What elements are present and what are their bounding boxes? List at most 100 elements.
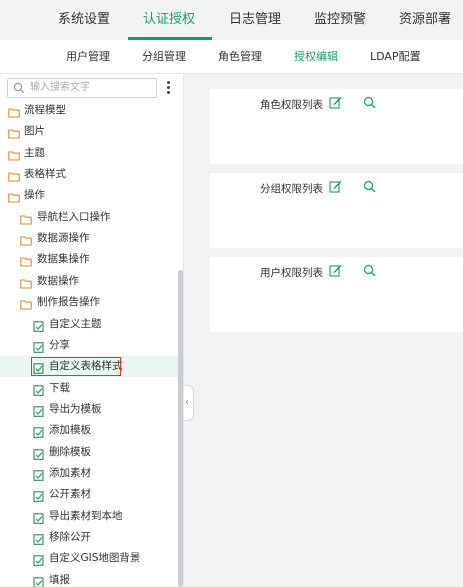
selection-highlight	[31, 357, 121, 377]
folder-icon	[20, 254, 32, 267]
tree-item[interactable]: 删除模板	[0, 442, 178, 463]
tree-item[interactable]: 下载	[0, 378, 178, 399]
tab-logs[interactable]: 日志管理	[229, 0, 281, 40]
tree-item[interactable]: 制作报告操作	[0, 292, 178, 313]
permission-item-icon	[33, 489, 45, 503]
role-permission-title: 角色权限列表	[260, 99, 323, 111]
scrollbar[interactable]	[178, 270, 183, 587]
folder-icon	[20, 297, 32, 310]
tree-item-label: 自定义主题	[49, 317, 102, 330]
permission-item-icon	[33, 404, 45, 417]
tree-item-label: 导出为模板	[49, 402, 102, 415]
user-permission-title: 用户权限列表	[260, 267, 323, 279]
subtab-ldap-config[interactable]: LDAP配置	[370, 40, 421, 74]
folder-icon	[8, 148, 20, 161]
permission-item-icon	[33, 340, 45, 353]
permission-item-icon	[33, 468, 45, 481]
tree-item[interactable]: 图片	[0, 121, 178, 142]
tree-item[interactable]: 导出素材到本地	[0, 506, 178, 527]
tree-item-label: 数据操作	[37, 274, 79, 287]
tree-item[interactable]: 导出为模板	[0, 399, 178, 420]
tree-item-label: 导出素材到本地	[49, 509, 123, 522]
search-icon[interactable]	[363, 96, 376, 109]
search-icon[interactable]	[363, 264, 376, 277]
tree-item[interactable]: 添加素材	[0, 463, 178, 484]
more-options-icon[interactable]	[163, 80, 173, 96]
tree-item[interactable]: 导航栏入口操作	[0, 207, 178, 228]
group-permission-panel: 分组权限列表	[210, 173, 463, 248]
permission-item-icon	[33, 319, 45, 332]
tree-item[interactable]: 数据源操作	[0, 228, 178, 249]
search-icon[interactable]	[363, 180, 376, 193]
tree-item[interactable]: 分享	[0, 335, 178, 356]
tab-monitor[interactable]: 监控预警	[314, 0, 366, 40]
folder-icon	[20, 276, 32, 289]
tab-system-settings[interactable]: 系统设置	[58, 0, 110, 40]
permission-item-icon	[33, 532, 45, 545]
tree-item[interactable]: 自定义表格样式	[0, 356, 178, 378]
tree-item-label: 删除模板	[49, 445, 91, 458]
tree-item-label: 导航栏入口操作	[37, 210, 111, 223]
tree-item-label: 制作报告操作	[37, 296, 100, 309]
permission-item-icon	[33, 425, 45, 439]
group-permission-title: 分组权限列表	[260, 183, 323, 195]
permission-item-icon	[33, 553, 45, 567]
folder-icon	[8, 169, 20, 182]
tree-item[interactable]: 公开素材	[0, 484, 178, 505]
folder-icon	[8, 105, 20, 118]
tree-item-label: 移除公开	[49, 531, 91, 543]
resource-tree-panel: 输入搜索文字 流程模型图片主题表格样式操作导航栏入口操作 数据源操作数据集操作数据…	[0, 74, 184, 587]
permission-item-icon	[33, 383, 45, 396]
tree-item[interactable]: 主题	[0, 143, 178, 164]
tree-item-label: 填报	[49, 573, 70, 586]
tree-item[interactable]: 表格样式	[0, 164, 178, 185]
tree-item-label: 数据源操作	[37, 232, 90, 245]
folder-icon	[8, 126, 20, 139]
tree-item[interactable]: 添加模板	[0, 420, 178, 441]
tree-item-label: 自定义GIS地图背景	[49, 552, 141, 565]
tree-item-label: 分享	[49, 338, 70, 351]
collapse-panel-button[interactable]: ‹	[184, 385, 194, 421]
subtab-permission-edit[interactable]: 授权编辑	[294, 40, 338, 74]
tab-deploy[interactable]: 资源部署	[399, 0, 451, 40]
role-permission-panel: 角色权限列表	[210, 89, 463, 164]
tree-item[interactable]: 操作	[0, 185, 178, 206]
search-placeholder: 输入搜索文字	[30, 82, 90, 93]
chevron-left-icon: ‹	[185, 397, 189, 408]
tree-item-label: 公开素材	[49, 488, 91, 501]
permission-item-icon	[33, 447, 45, 460]
permission-item-icon	[33, 575, 45, 587]
tree-item[interactable]: 数据操作	[0, 271, 178, 292]
folder-icon	[20, 212, 32, 225]
tab-auth[interactable]: 认证授权	[143, 0, 195, 40]
user-permission-panel: 用户权限列表	[210, 257, 463, 332]
tree-item[interactable]: 移除公开	[0, 527, 178, 548]
subtab-user-management[interactable]: 用户管理	[66, 40, 110, 74]
tree-item[interactable]: 填报	[0, 570, 178, 587]
tree-item-label: 主题	[24, 146, 45, 159]
tree-item[interactable]: 数据集操作	[0, 249, 178, 270]
tree-item-label: 添加素材	[49, 466, 91, 479]
tree-item[interactable]: 自定义GIS地图背景	[0, 548, 178, 569]
tree-item[interactable]: 流程模型	[0, 100, 178, 121]
folder-icon	[8, 190, 20, 203]
tree-item-label: 图片	[24, 125, 45, 138]
tree-item[interactable]: 自定义主题	[0, 314, 178, 335]
edit-icon[interactable]	[329, 264, 342, 277]
sub-nav: 用户管理 分组管理 角色管理 授权编辑 LDAP配置	[0, 40, 463, 74]
folder-icon	[20, 233, 32, 246]
tree-item-label: 表格样式	[24, 168, 66, 181]
subtab-group-management[interactable]: 分组管理	[142, 40, 186, 74]
edit-icon[interactable]	[329, 96, 342, 109]
tree-item-label: 操作	[24, 189, 45, 202]
tree-item-label: 数据集操作	[37, 253, 90, 266]
subtab-role-management[interactable]: 角色管理	[218, 40, 262, 74]
top-nav: 系统设置 认证授权 日志管理 监控预警 资源部署	[0, 0, 463, 40]
search-icon	[13, 82, 25, 94]
tree-item-label: 流程模型	[24, 104, 66, 116]
tree-item-label: 添加模板	[49, 424, 91, 437]
permission-item-icon	[33, 511, 45, 524]
search-input[interactable]: 输入搜索文字	[7, 78, 157, 98]
edit-icon[interactable]	[329, 180, 342, 193]
tree-item-label: 下载	[49, 381, 70, 394]
